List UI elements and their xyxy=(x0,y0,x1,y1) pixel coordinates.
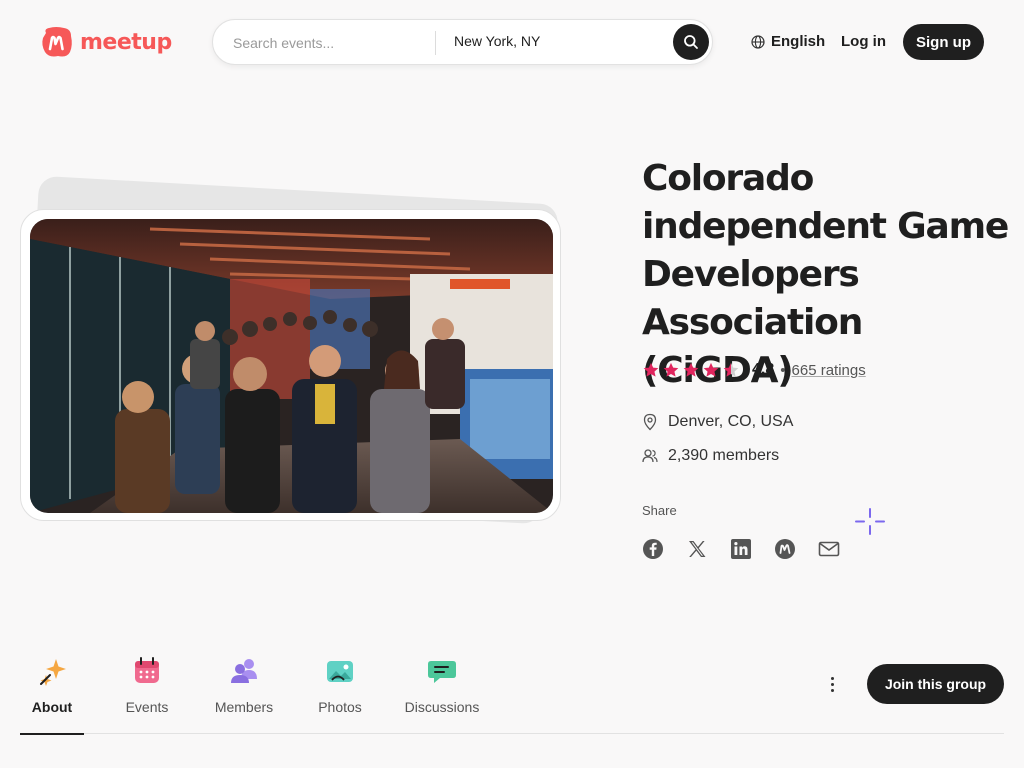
ratings-link[interactable]: 665 ratings xyxy=(792,362,866,379)
search-button[interactable] xyxy=(673,24,709,60)
email-icon[interactable] xyxy=(818,538,840,560)
join-group-button[interactable]: Join this group xyxy=(867,664,1004,704)
login-link[interactable]: Log in xyxy=(841,33,886,50)
search-bar: New York, NY xyxy=(212,19,713,65)
more-options-button[interactable] xyxy=(822,672,842,696)
location-pin-icon xyxy=(643,413,657,431)
meetup-icon[interactable] xyxy=(774,538,796,560)
search-icon xyxy=(684,35,698,49)
members-icon xyxy=(642,449,658,463)
meetup-logo[interactable]: meetup xyxy=(40,25,172,59)
rating-stars xyxy=(642,361,740,379)
globe-icon xyxy=(751,34,765,49)
search-input[interactable] xyxy=(233,33,433,53)
linkedin-icon[interactable] xyxy=(730,538,752,560)
location-input[interactable]: New York, NY xyxy=(454,33,540,49)
tab-label: Events xyxy=(125,699,169,715)
group-photo-card xyxy=(20,209,561,521)
meetup-logo-icon xyxy=(42,27,72,57)
photo-icon xyxy=(327,661,353,682)
language-selector[interactable]: English xyxy=(751,33,825,50)
tab-events[interactable]: Events xyxy=(118,650,176,734)
rating-separator: • xyxy=(780,361,786,379)
more-dot xyxy=(830,682,834,686)
group-members: 2,390 members xyxy=(642,447,779,465)
tab-discussions[interactable]: Discussions xyxy=(403,650,481,734)
share-label: Share xyxy=(642,503,677,518)
x-icon[interactable] xyxy=(686,538,708,560)
tab-label: Discussions xyxy=(404,699,480,715)
more-dot xyxy=(830,688,834,692)
star-icon xyxy=(683,362,699,377)
signup-button[interactable]: Sign up xyxy=(903,24,984,60)
tab-members[interactable]: Members xyxy=(210,650,278,734)
language-label: English xyxy=(771,33,826,50)
facebook-icon[interactable] xyxy=(642,538,664,560)
sparkle-icon xyxy=(40,659,66,686)
tab-label: Photos xyxy=(318,699,362,715)
tab-photos[interactable]: Photos xyxy=(316,650,364,734)
share-icons xyxy=(642,538,840,560)
star-icon xyxy=(663,362,679,377)
tab-label: Members xyxy=(214,699,274,715)
members-icon xyxy=(231,659,257,683)
group-photo xyxy=(30,219,553,513)
rating-value: 4.8 xyxy=(752,361,775,378)
tab-about[interactable]: About xyxy=(20,650,84,735)
chat-icon xyxy=(428,661,456,683)
members-count[interactable]: 2,390 members xyxy=(668,447,779,465)
more-dot xyxy=(830,676,834,680)
location-text: Denver, CO, USA xyxy=(668,413,794,430)
group-location: Denver, CO, USA xyxy=(642,413,793,431)
half-star-icon xyxy=(723,362,739,377)
group-photo-illustration xyxy=(30,219,553,513)
group-rating: 4.8 • 665 ratings xyxy=(642,361,866,379)
logo-text: meetup xyxy=(80,29,172,55)
search-divider xyxy=(435,31,436,55)
group-title: Colorado independent Game Developers Ass… xyxy=(642,158,1009,391)
page: meetup New York, NY English Log in Sign … xyxy=(0,0,1024,768)
star-icon xyxy=(643,362,659,377)
group-tabs: About Events Members Photos Discussions xyxy=(20,650,1004,735)
star-icon xyxy=(703,362,719,377)
tab-label: About xyxy=(31,699,73,715)
calendar-icon xyxy=(135,657,159,683)
sparkle-decoration-icon xyxy=(855,508,885,535)
